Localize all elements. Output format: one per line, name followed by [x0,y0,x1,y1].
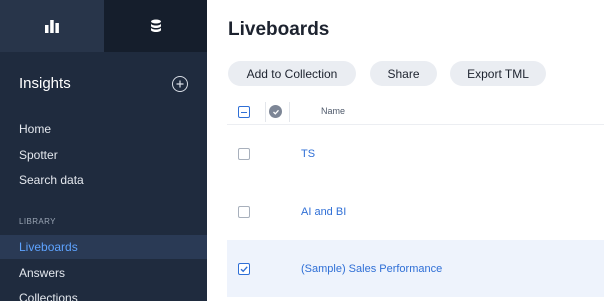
tab-insights[interactable] [0,0,104,52]
plus-circle-icon [176,80,184,88]
column-divider [265,102,266,122]
checkmark-icon [240,266,248,273]
sidebar-title: Insights [19,75,71,92]
tab-data[interactable] [104,0,207,52]
app-switcher [0,0,207,52]
table-row[interactable]: TS [227,126,604,183]
add-button[interactable] [172,76,188,92]
column-divider [289,102,290,122]
sidebar-item-answers[interactable]: Answers [0,261,207,285]
export-tml-button[interactable]: Export TML [450,61,546,86]
column-header-name[interactable]: Name [321,106,345,116]
row-checkbox-checked[interactable] [238,263,250,275]
row-checkbox[interactable] [238,148,250,160]
share-button[interactable]: Share [370,61,437,86]
sidebar-item-spotter[interactable]: Spotter [0,143,207,167]
sidebar-item-search-data[interactable]: Search data [0,168,207,192]
verified-icon [269,105,282,118]
main-content: Liveboards Add to Collection Share Expor… [207,0,604,301]
row-checkbox[interactable] [238,206,250,218]
page-title: Liveboards [228,19,330,40]
database-icon [150,19,161,32]
table-row[interactable]: AI and BI [227,183,604,240]
sidebar-item-liveboards[interactable]: Liveboards [0,235,207,259]
liveboard-link[interactable]: (Sample) Sales Performance [301,263,442,275]
sidebar: Insights Home Spotter Search data LIBRAR… [0,0,207,301]
bar-chart-icon [45,20,59,33]
liveboard-link[interactable]: AI and BI [301,206,346,218]
add-to-collection-button[interactable]: Add to Collection [228,61,356,86]
section-label-library: LIBRARY [19,217,56,226]
select-all-checkbox[interactable] [238,106,250,118]
sidebar-item-collections[interactable]: Collections [0,286,207,301]
table-row-selected[interactable]: (Sample) Sales Performance [227,240,604,297]
table-header: Name [227,99,604,125]
liveboard-link[interactable]: TS [301,148,315,160]
sidebar-item-home[interactable]: Home [0,117,207,141]
